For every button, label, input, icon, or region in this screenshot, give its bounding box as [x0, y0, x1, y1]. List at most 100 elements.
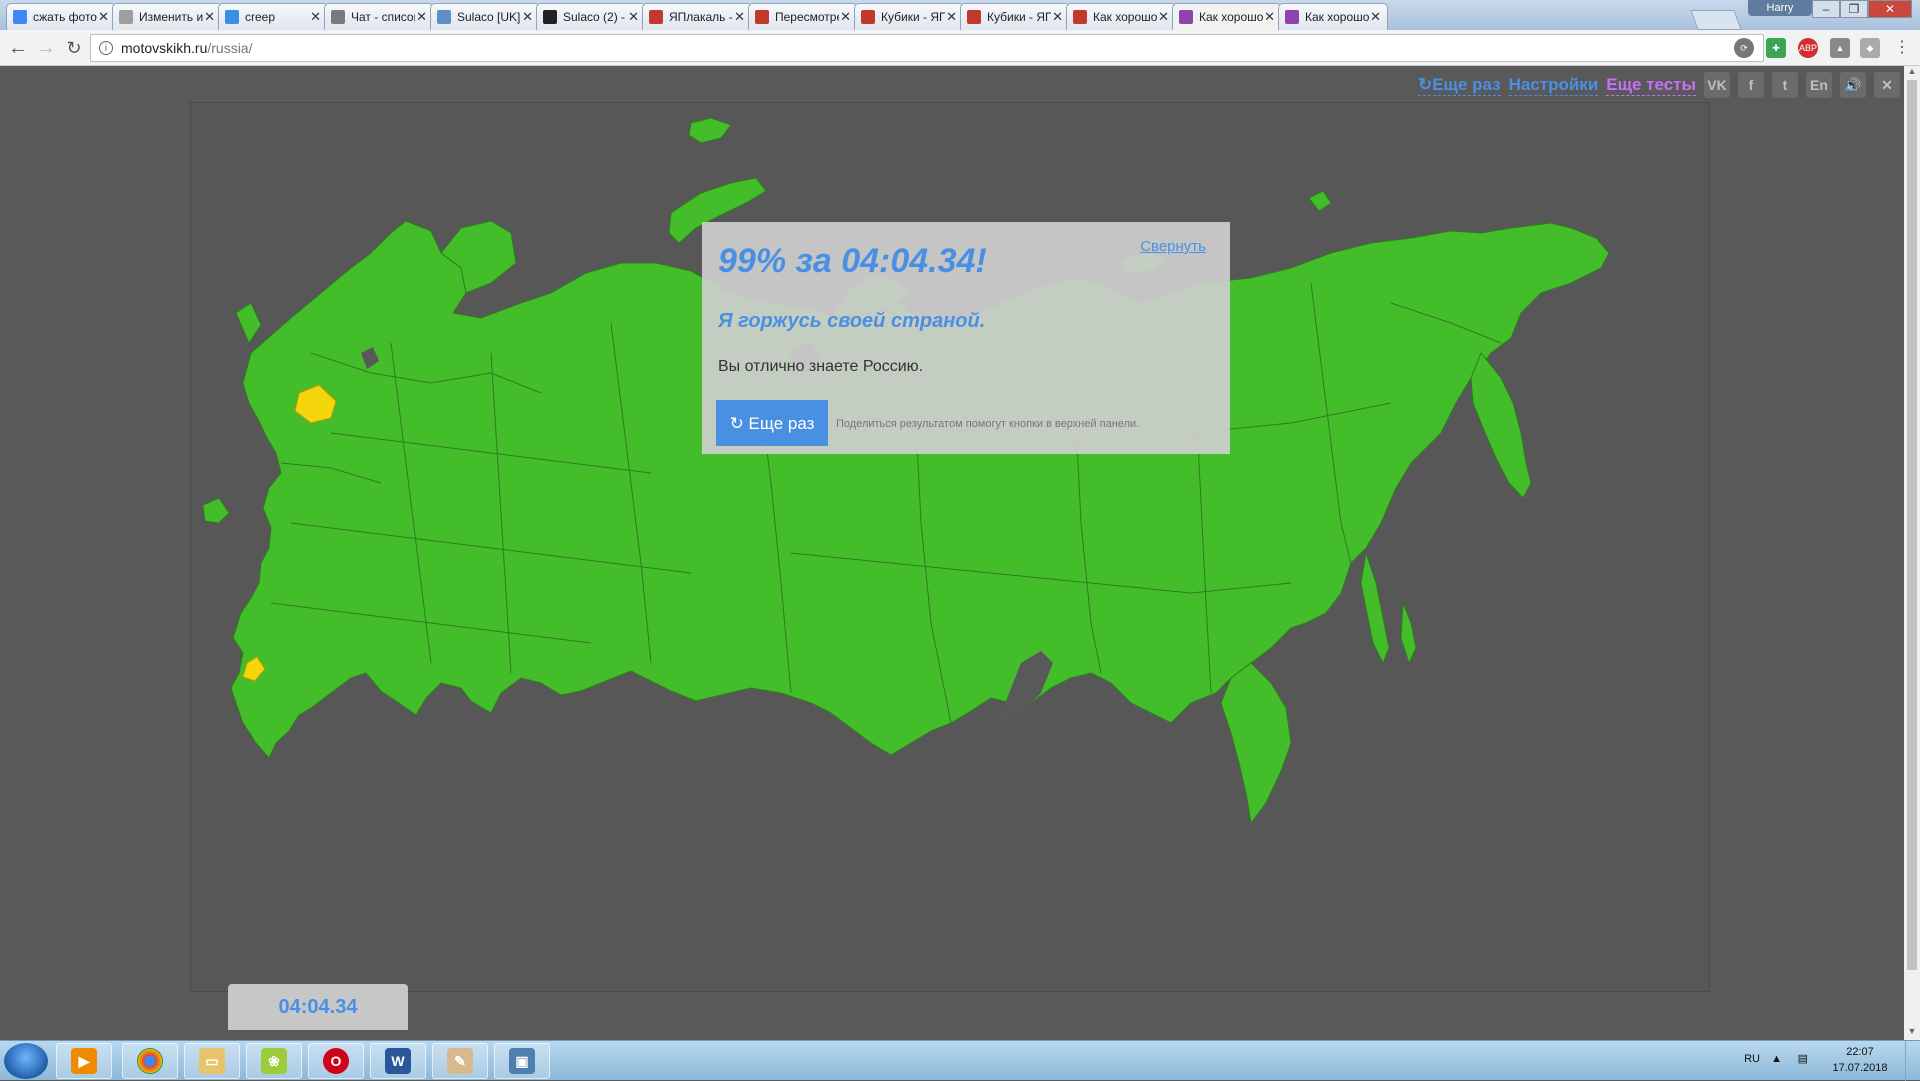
tab-close-icon[interactable]: ✕ [1369, 9, 1381, 25]
scrollbar-thumb[interactable] [1907, 80, 1917, 970]
extension-sync-icon[interactable]: ⟳ [1734, 38, 1754, 58]
butterfly-icon: ❀ [261, 1048, 287, 1074]
tray-arrow-icon[interactable]: ▲ [1771, 1053, 1782, 1065]
twitter-icon[interactable]: t [1772, 72, 1798, 98]
tab-close-icon[interactable]: ✕ [521, 9, 533, 25]
back-arrow-icon[interactable]: ← [6, 36, 30, 60]
language-indicator[interactable]: RU [1744, 1053, 1760, 1065]
tab-title: Как хорошо [1305, 10, 1369, 24]
tab-close-icon[interactable]: ✕ [1263, 9, 1275, 25]
extension-triangle-icon[interactable]: ▲ [1830, 38, 1850, 58]
map-region-kuril[interactable] [1400, 602, 1417, 664]
taskbar-word[interactable]: W [370, 1043, 426, 1079]
map-region-primorye[interactable] [1220, 662, 1292, 824]
tab-close-icon[interactable]: ✕ [1157, 9, 1169, 25]
yap-icon [755, 10, 769, 24]
more-tests-link[interactable]: Еще тесты [1606, 75, 1696, 96]
start-button[interactable] [4, 1043, 48, 1079]
browser-tab[interactable]: Чат - список ✕ [324, 3, 434, 30]
taskbar-chrome[interactable] [122, 1043, 178, 1079]
folder-icon: ▭ [199, 1048, 225, 1074]
extension-shield-icon[interactable]: ◆ [1860, 38, 1880, 58]
language-button[interactable]: En [1806, 72, 1832, 98]
collapse-link[interactable]: Свернуть [1140, 238, 1206, 255]
map-region-franz-josef[interactable] [688, 117, 732, 144]
tab-close-icon[interactable]: ✕ [733, 9, 745, 25]
close-window-icon[interactable]: ✕ [1868, 0, 1912, 18]
network-icon[interactable]: ▤ [1798, 1052, 1808, 1065]
tab-title: Как хорошо [1199, 10, 1263, 24]
new-tab-button[interactable] [1690, 10, 1742, 30]
browser-tab[interactable]: ЯПлакаль - В✕ [642, 3, 752, 30]
tab-close-icon[interactable]: ✕ [415, 9, 427, 25]
yap-icon [1073, 10, 1087, 24]
close-icon[interactable]: ✕ [1874, 72, 1900, 98]
map-region-kaliningrad[interactable] [202, 497, 230, 524]
yap-icon [649, 10, 663, 24]
browser-tab[interactable]: сжать фото с✕ [6, 3, 116, 30]
extension-green-icon[interactable]: ✚ [1766, 38, 1786, 58]
again-link[interactable]: ↻Еще раз [1417, 75, 1501, 96]
reload-icon[interactable]: ↻ [62, 36, 86, 60]
browser-tab-strip: Harry – ❐ ✕ сжать фото с✕Изменить из✕cre… [0, 0, 1920, 30]
settings-link[interactable]: Настройки [1508, 75, 1599, 96]
url-path: /russia/ [207, 40, 253, 56]
browser-tab[interactable]: creep ✕ [218, 3, 328, 30]
browser-tab[interactable]: Кубики - ЯП ✕ [960, 3, 1070, 30]
share-hint: Поделиться результатом помогут кнопки в … [836, 418, 1140, 430]
adblock-icon[interactable]: ABP [1798, 38, 1818, 58]
sound-icon[interactable]: 🔊 [1840, 72, 1866, 98]
clock-time[interactable]: 22:07 [1824, 1046, 1896, 1058]
taskbar-media-player[interactable]: ▶ [56, 1043, 112, 1079]
browser-tab[interactable]: Кубики - ЯП ✕ [854, 3, 964, 30]
vk-icon[interactable]: VK [1704, 72, 1730, 98]
scroll-up-icon[interactable]: ▲ [1904, 66, 1920, 80]
show-desktop-button[interactable] [1905, 1041, 1920, 1081]
result-panel: 99% за 04:04.34! Свернуть Я горжусь свое… [702, 222, 1230, 454]
scroll-down-icon[interactable]: ▼ [1904, 1026, 1920, 1040]
motovskikh-icon [1179, 10, 1193, 24]
tab-close-icon[interactable]: ✕ [945, 9, 957, 25]
facebook-icon[interactable]: f [1738, 72, 1764, 98]
profile-button[interactable]: Harry [1748, 0, 1812, 16]
browser-tab[interactable]: Пересмотре ✕ [748, 3, 858, 30]
taskbar-image-viewer[interactable]: ▣ [494, 1043, 550, 1079]
map-region-kamchatka[interactable] [1470, 352, 1532, 499]
forward-arrow-icon[interactable]: → [34, 36, 58, 60]
map-region-sakhalin[interactable] [1360, 552, 1390, 664]
taskbar-paint[interactable]: ✎ [432, 1043, 488, 1079]
clock-date[interactable]: 17.07.2018 [1824, 1062, 1896, 1074]
map-region-wrangel[interactable] [1308, 190, 1332, 212]
tab-close-icon[interactable]: ✕ [203, 9, 215, 25]
tab-close-icon[interactable]: ✕ [1051, 9, 1063, 25]
menu-dots-icon[interactable]: ⋮ [1892, 38, 1912, 58]
browser-tab[interactable]: Sulaco (2) - E✕ [536, 3, 646, 30]
browser-tab[interactable]: Как хорошо ✕ [1278, 3, 1388, 30]
tab-close-icon[interactable]: ✕ [627, 9, 639, 25]
tab-close-icon[interactable]: ✕ [839, 9, 851, 25]
site-info-icon[interactable]: i [99, 41, 113, 55]
browser-tab[interactable]: Как хорошо ✕ [1172, 3, 1282, 30]
taskbar-explorer[interactable]: ▭ [184, 1043, 240, 1079]
google-icon [13, 10, 27, 24]
again-button[interactable]: ↻ Еще раз [716, 400, 828, 446]
taskbar-butterfly[interactable]: ❀ [246, 1043, 302, 1079]
vertical-scrollbar[interactable]: ▲ ▼ [1904, 66, 1920, 1040]
tab-close-icon[interactable]: ✕ [97, 9, 109, 25]
word-icon: W [385, 1048, 411, 1074]
result-subtitle: Вы отлично знаете Россию. [718, 358, 924, 375]
browser-tab[interactable]: Sulaco [UK] - ✕ [430, 3, 540, 30]
map-region-karelia-islands[interactable] [235, 302, 262, 344]
tab-title: Кубики - ЯП [987, 10, 1051, 24]
browser-tab[interactable]: Изменить из ✕ [112, 3, 222, 30]
taskbar-opera[interactable]: O [308, 1043, 364, 1079]
ring-icon [543, 10, 557, 24]
tab-title: Чат - список [351, 10, 415, 24]
opera-icon: O [323, 1048, 349, 1074]
minimize-icon[interactable]: – [1812, 0, 1840, 18]
tab-close-icon[interactable]: ✕ [309, 9, 321, 25]
address-bar[interactable]: i motovskikh.ru/russia/ ☆ [90, 34, 1764, 62]
yap-icon [861, 10, 875, 24]
browser-tab[interactable]: Как хорошо ✕ [1066, 3, 1176, 30]
maximize-icon[interactable]: ❐ [1840, 0, 1868, 18]
